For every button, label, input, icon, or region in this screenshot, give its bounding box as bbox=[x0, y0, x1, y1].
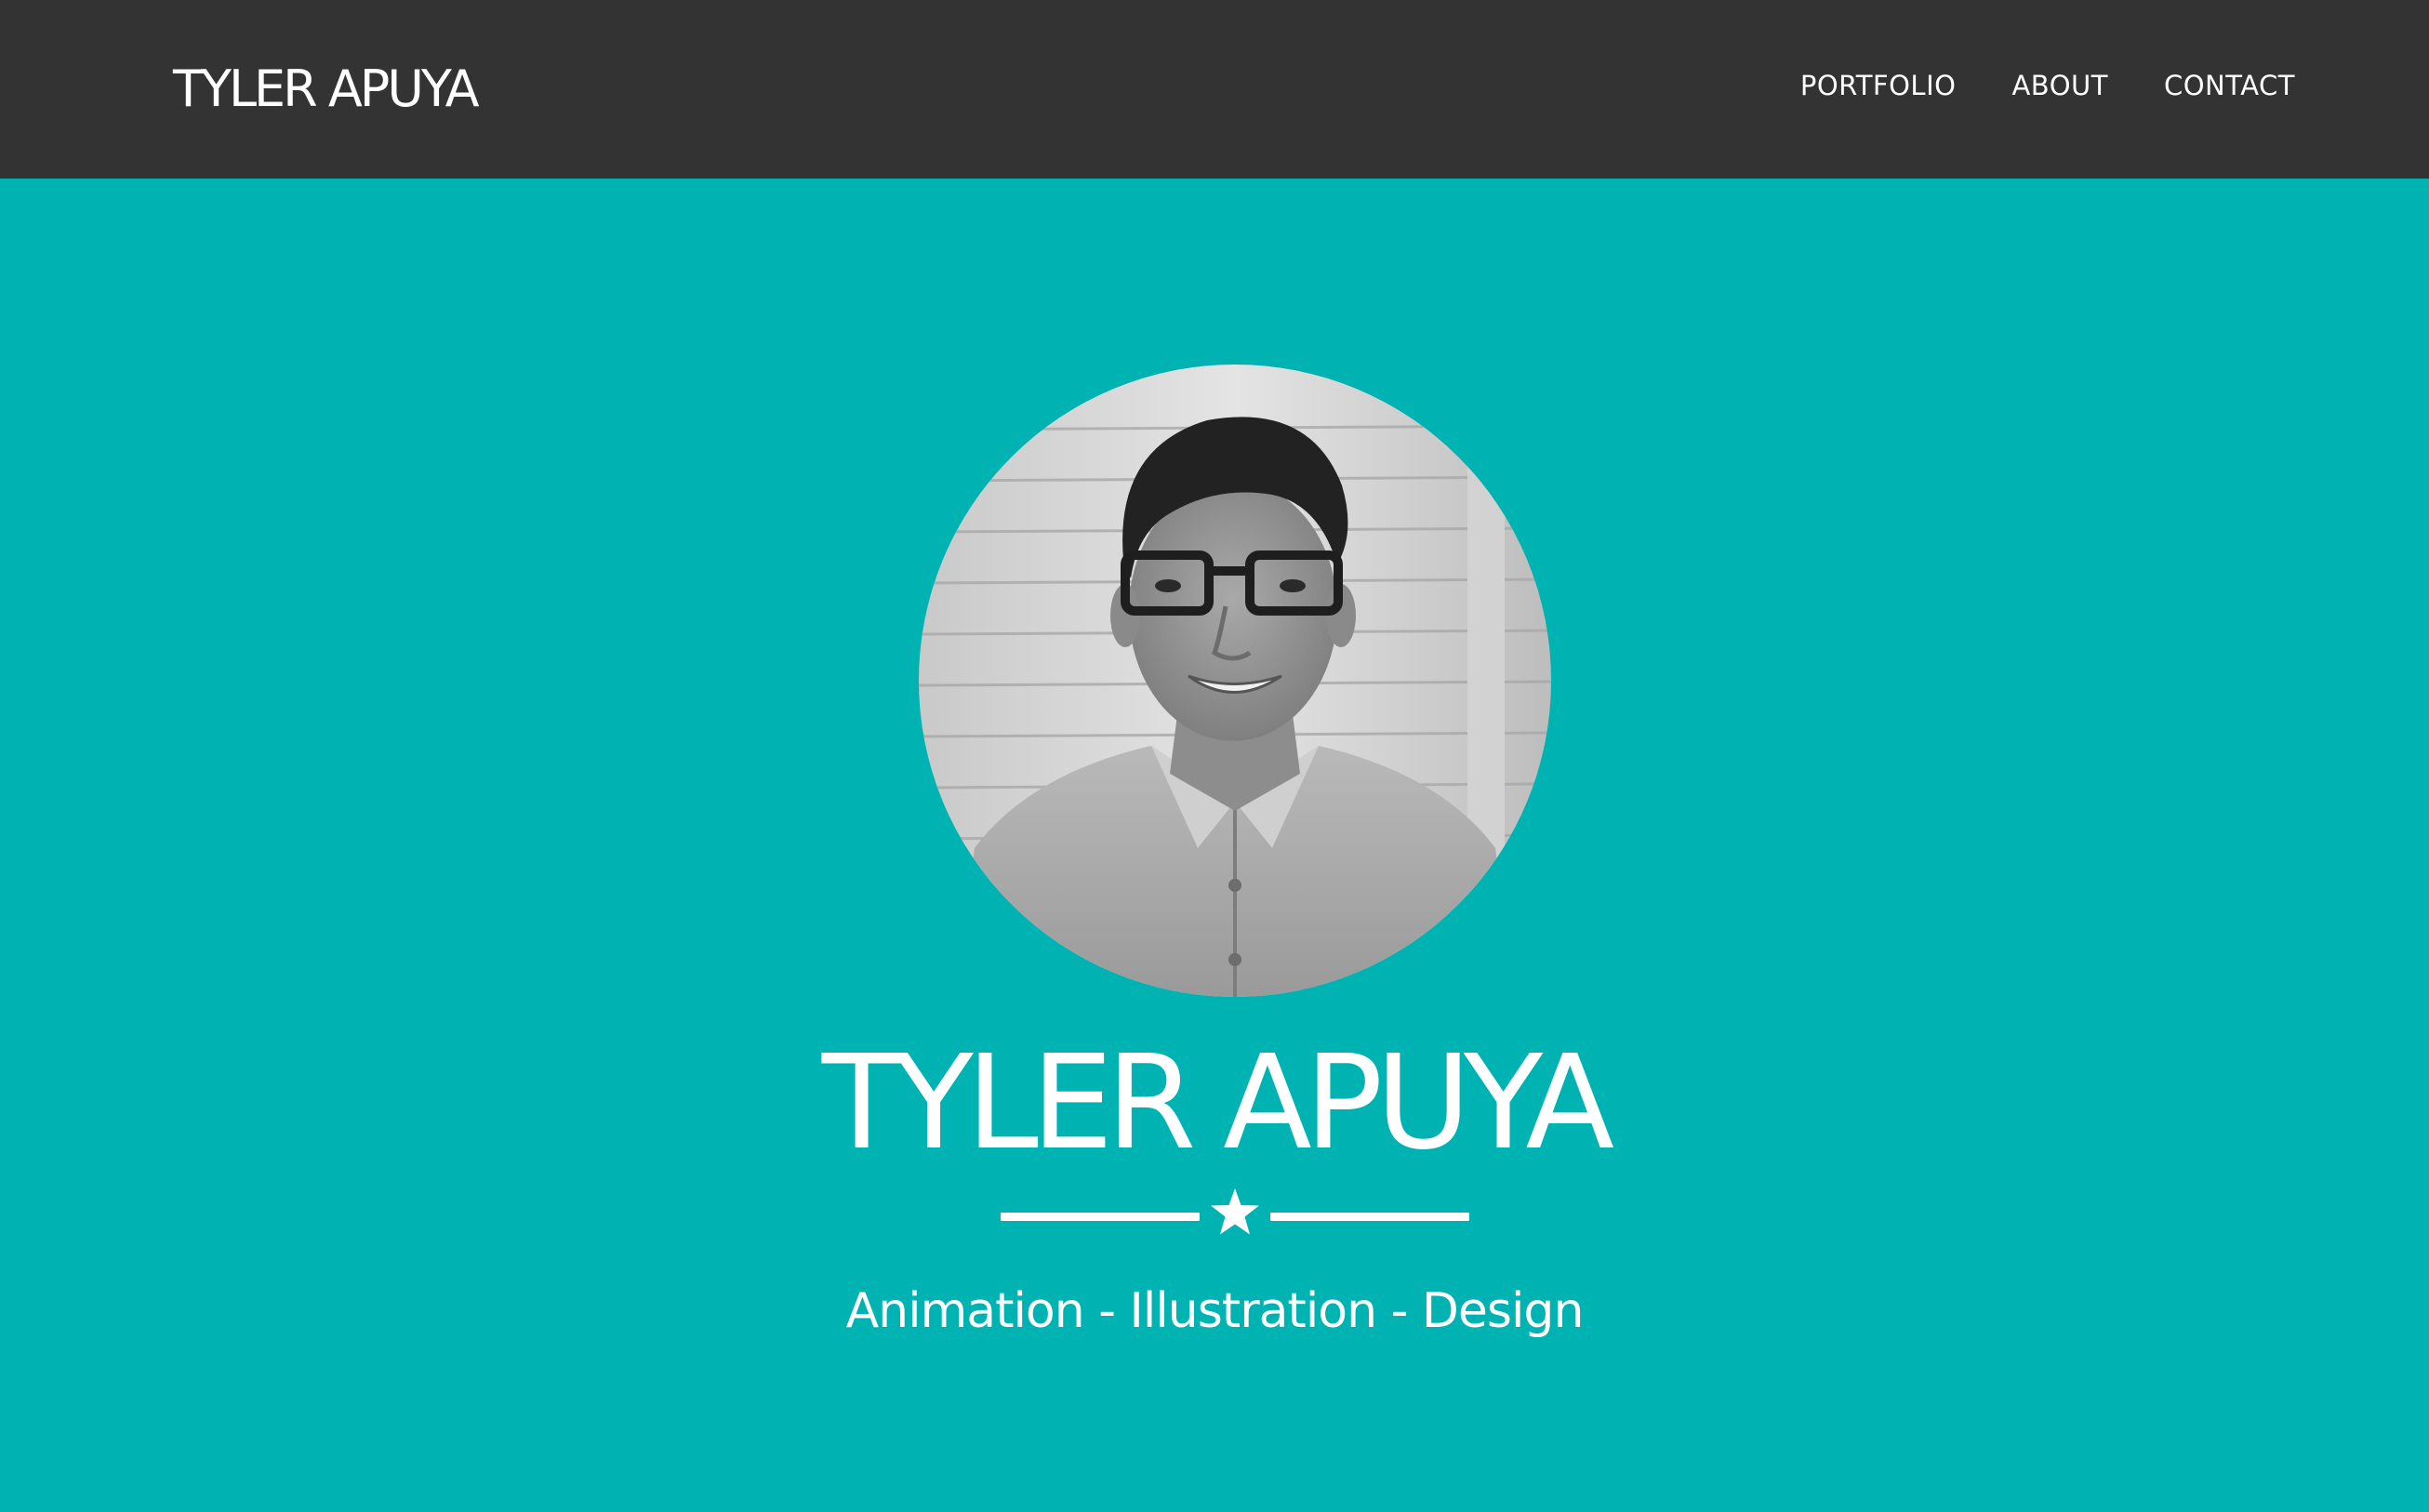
divider-line-left bbox=[1001, 1213, 1200, 1221]
nav-link-about[interactable]: ABOUT bbox=[2011, 61, 2108, 110]
divider-line-right bbox=[1270, 1213, 1469, 1221]
brand-link[interactable]: TYLER APUYA bbox=[173, 52, 480, 126]
hero-section: TYLER APUYA Animation - Illustration - D… bbox=[0, 179, 2429, 1512]
hero-tagline: Animation - Illustration - Design bbox=[845, 1283, 1585, 1339]
star-divider bbox=[1001, 1183, 1469, 1250]
nav-link-contact[interactable]: CONTACT bbox=[2164, 61, 2295, 110]
star-icon bbox=[1211, 1188, 1259, 1235]
hero-name-heading: TYLER APUYA bbox=[821, 1028, 1614, 1179]
nav-link-portfolio[interactable]: PORTFOLIO bbox=[1800, 61, 1957, 110]
top-navbar: TYLER APUYA PORTFOLIO ABOUT CONTACT bbox=[0, 0, 2429, 179]
profile-photo bbox=[919, 365, 1551, 997]
nav-links: PORTFOLIO ABOUT CONTACT bbox=[1800, 61, 2295, 110]
